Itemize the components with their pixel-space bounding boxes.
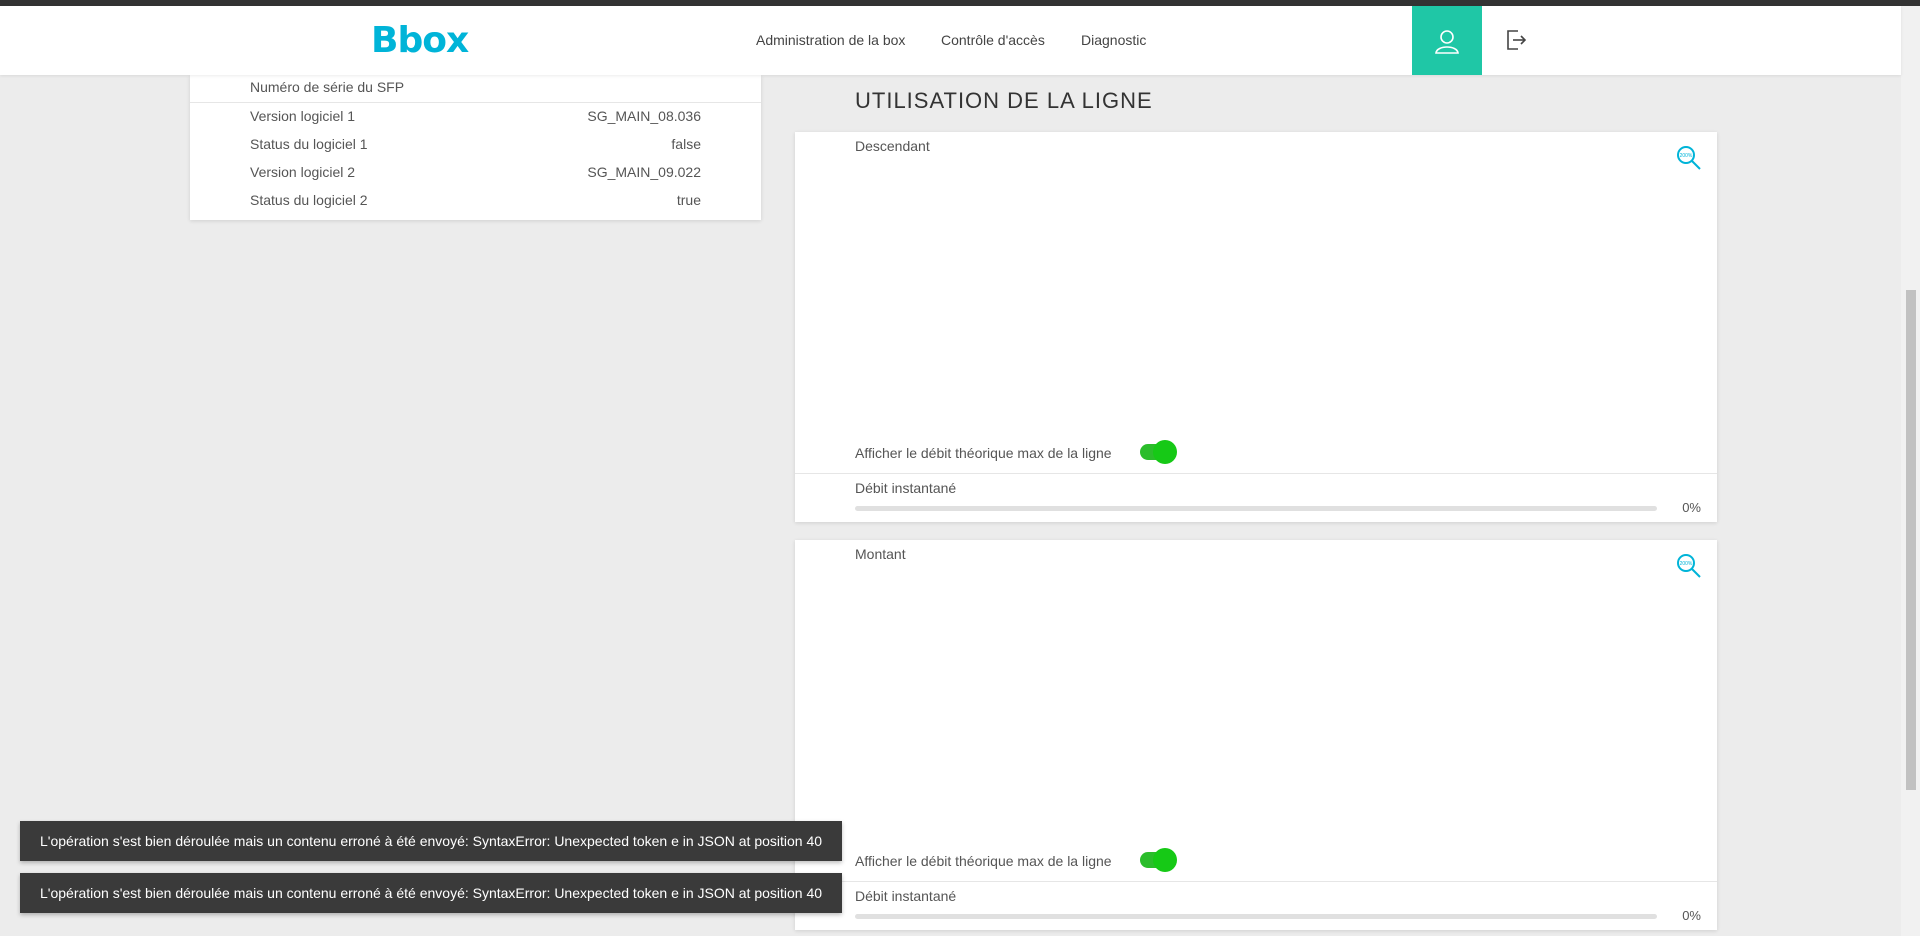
graph-label: Descendant: [855, 138, 930, 154]
rate-label: Débit instantané: [855, 888, 957, 904]
info-value: true: [676, 192, 701, 208]
rate-percent: 0%: [1682, 908, 1701, 923]
toggle-knob: [1153, 440, 1177, 464]
nav-diagnostic[interactable]: Diagnostic: [1081, 32, 1146, 48]
rate-progress-bar: [855, 914, 1657, 919]
user-icon: [1435, 29, 1459, 54]
info-value: false: [671, 136, 701, 152]
logout-icon: [1507, 30, 1527, 50]
graph-label: Montant: [855, 546, 906, 562]
info-row-status-1: Status du logiciel 1 false: [250, 136, 701, 152]
toggle-label: Afficher le débit théorique max de la li…: [855, 445, 1112, 461]
info-label: Numéro de série du SFP: [250, 79, 405, 95]
logout-button[interactable]: [1500, 24, 1532, 56]
divider: [795, 473, 1717, 474]
toggle-label: Afficher le débit théorique max de la li…: [855, 853, 1112, 869]
svg-text:200%: 200%: [1680, 153, 1693, 159]
max-rate-toggle[interactable]: [1140, 848, 1177, 872]
info-label: Version logiciel 2: [250, 164, 356, 180]
info-value: SG_MAIN_08.036: [587, 108, 701, 124]
info-row-status-2: Status du logiciel 2 true: [250, 192, 701, 208]
rate-percent: 0%: [1682, 500, 1701, 515]
divider: [795, 881, 1717, 882]
info-label: Version logiciel 1: [250, 108, 356, 124]
nav-controle-acces[interactable]: Contrôle d'accès: [941, 32, 1045, 48]
header: Bbox Administration de la box Contrôle d…: [0, 6, 1901, 75]
user-button[interactable]: [1412, 6, 1482, 75]
zoom-icon[interactable]: 200%: [1675, 552, 1703, 580]
rate-progress-bar: [855, 506, 1657, 511]
error-toast[interactable]: L'opération s'est bien déroulée mais un …: [20, 821, 842, 861]
info-label: Status du logiciel 2: [250, 192, 368, 208]
section-title: UTILISATION DE LA LIGNE: [855, 88, 1153, 113]
info-label: Status du logiciel 1: [250, 136, 368, 152]
error-toast[interactable]: L'opération s'est bien déroulée mais un …: [20, 873, 842, 913]
graph-card-descendant: Descendant 200% Afficher le débit théori…: [795, 132, 1717, 522]
svg-text:200%: 200%: [1680, 561, 1693, 567]
info-value: SG_MAIN_09.022: [587, 164, 701, 180]
zoom-icon[interactable]: 200%: [1675, 144, 1703, 172]
graph-card-montant: Montant 200% Afficher le débit théorique…: [795, 540, 1717, 930]
bbox-logo[interactable]: Bbox: [371, 20, 469, 61]
info-row-version-1: Version logiciel 1 SG_MAIN_08.036: [250, 108, 701, 124]
info-row-version-2: Version logiciel 2 SG_MAIN_09.022: [250, 164, 701, 180]
info-row-sfp-serial: Numéro de série du SFP: [250, 79, 701, 95]
max-rate-toggle[interactable]: [1140, 440, 1177, 464]
rate-label: Débit instantané: [855, 480, 957, 496]
scrollbar-thumb[interactable]: [1906, 290, 1916, 790]
sfp-info-card: Numéro de série du SFP Version logiciel …: [190, 75, 761, 220]
toggle-knob: [1153, 848, 1177, 872]
nav-administration[interactable]: Administration de la box: [756, 32, 905, 48]
divider: [190, 102, 761, 103]
